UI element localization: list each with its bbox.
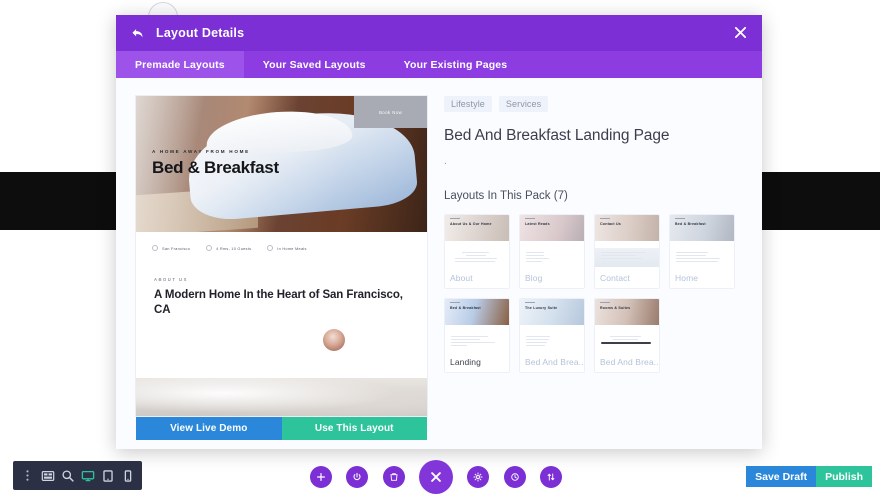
about-paragraph (154, 327, 311, 356)
info-item-label: 4 Rms, 10 Guests (216, 245, 252, 251)
layout-preview-image: A HOME AWAY FROM HOME Bed & Breakfast Sa… (136, 96, 427, 416)
use-this-layout-button[interactable]: Use This Layout (281, 416, 427, 440)
layout-card-about[interactable]: About Us & Our Home About (444, 214, 510, 289)
layout-card-label: Landing (450, 356, 481, 367)
thumb-title: About Us & Our Home (450, 222, 492, 226)
thumb-title: Contact Us (600, 222, 621, 226)
layout-card-contact[interactable]: Contact Us Contact (594, 214, 660, 289)
pin-icon (152, 245, 158, 251)
thumb-title: The Luxury Suite (525, 306, 558, 310)
tab-your-saved-layouts[interactable]: Your Saved Layouts (244, 51, 385, 78)
about-eyebrow: ABOUT US (154, 277, 188, 282)
info-item-label: San Francisco (162, 245, 191, 251)
preview-info-bar: San Francisco 4 Rms, 10 Guests In Home M… (136, 232, 355, 264)
editing-history-button[interactable] (503, 466, 526, 488)
about-title: A Modern Home In the Heart of San Franci… (154, 289, 403, 316)
info-item-rooms: 4 Rms, 10 Guests (190, 245, 251, 251)
close-icon[interactable] (734, 26, 747, 39)
view-live-demo-button[interactable]: View Live Demo (136, 416, 282, 440)
tag-row: Lifestyle Services (444, 96, 740, 112)
layout-card-landing[interactable]: Bed & Breakfast Landing (444, 298, 510, 373)
modal-header: Layout Details (116, 15, 762, 51)
layout-card-bed-and-breakfast-2[interactable]: Rooms & Suites Bed And Brea... (594, 298, 660, 373)
layout-cards-grid: About Us & Our Home About Latest Reads B… (444, 214, 740, 373)
layout-card-thumbnail: Bed & Breakfast (670, 215, 734, 267)
settings-button[interactable] (467, 466, 490, 488)
preview-bottom-photo (136, 378, 427, 416)
builder-footer-actions: Save Draft Publish (746, 466, 872, 487)
tag-services[interactable]: Services (498, 96, 549, 112)
layout-card-label: About (450, 272, 473, 283)
modal-body: A HOME AWAY FROM HOME Bed & Breakfast Sa… (116, 78, 762, 449)
preview-book-now-button: Book Now (354, 96, 427, 128)
hero-text-block: A HOME AWAY FROM HOME Bed & Breakfast (152, 149, 279, 178)
hero-eyebrow: A HOME AWAY FROM HOME (152, 149, 250, 154)
save-draft-button[interactable]: Save Draft (746, 466, 817, 487)
layout-card-bed-and-breakfast-1[interactable]: The Luxury Suite Bed And Brea... (519, 298, 585, 373)
layout-card-thumbnail: The Luxury Suite (520, 299, 584, 351)
layout-card-blog[interactable]: Latest Reads Blog (519, 214, 585, 289)
builder-left-toolbar (13, 461, 142, 490)
layout-preview-column: A HOME AWAY FROM HOME Bed & Breakfast Sa… (116, 96, 427, 449)
layout-card-label: Blog (525, 272, 543, 283)
about-body-row (154, 327, 409, 356)
drag-handle-icon[interactable] (19, 466, 36, 485)
hero-title: Bed & Breakfast (152, 158, 279, 177)
tag-lifestyle[interactable]: Lifestyle (444, 96, 492, 112)
about-side-column (323, 327, 409, 356)
modal-title: Layout Details (156, 26, 245, 40)
thumb-title: Latest Reads (525, 222, 550, 226)
portability-button[interactable] (539, 466, 562, 488)
desktop-icon[interactable] (79, 466, 96, 485)
layout-card-label: Bed And Brea... (600, 356, 659, 367)
back-arrow-icon[interactable] (130, 26, 145, 41)
info-item-location: San Francisco (136, 245, 190, 251)
info-item-label: In Home Meals (277, 245, 307, 251)
pack-description: . (444, 156, 447, 167)
layout-card-label: Contact (600, 272, 630, 283)
delete-button[interactable] (382, 466, 405, 488)
layout-card-thumbnail: Rooms & Suites (595, 299, 659, 351)
preview-cta-row: View Live Demo Use This Layout (136, 416, 427, 440)
page-title: Bed And Breakfast Landing Page (444, 127, 670, 144)
screen: Layout Details Premade Layouts Your Save… (0, 0, 880, 500)
publish-button[interactable]: Publish (816, 466, 872, 487)
close-menu-button[interactable] (418, 460, 453, 494)
tablet-icon[interactable] (99, 466, 116, 485)
layout-card-thumbnail: Bed & Breakfast (445, 299, 509, 351)
zoom-out-icon[interactable] (59, 466, 76, 485)
add-section-button[interactable] (310, 466, 332, 488)
tab-your-existing-pages[interactable]: Your Existing Pages (385, 51, 527, 78)
layout-card-home[interactable]: Bed & Breakfast Home (669, 214, 735, 289)
phone-icon[interactable] (119, 466, 136, 485)
thumb-title: Bed & Breakfast (675, 222, 706, 226)
layout-card-label: Home (675, 272, 699, 283)
layout-card-thumbnail: Contact Us (595, 215, 659, 267)
wireframe-icon[interactable] (39, 466, 56, 485)
tab-premade-layouts[interactable]: Premade Layouts (116, 51, 244, 78)
layout-details-modal: Layout Details Premade Layouts Your Save… (116, 15, 762, 449)
layout-card-label: Bed And Brea... (525, 356, 584, 367)
toggle-builder-button[interactable] (346, 466, 369, 488)
builder-center-toolbar (310, 460, 562, 494)
layout-card-thumbnail: About Us & Our Home (445, 215, 509, 267)
preview-about-section: ABOUT US A Modern Home In the Heart of S… (136, 264, 427, 357)
thumb-title: Rooms & Suites (600, 306, 631, 310)
avatar (323, 329, 345, 352)
pack-section-label: Layouts In This Pack (7) (444, 190, 568, 202)
modal-tabs: Premade Layouts Your Saved Layouts Your … (116, 51, 762, 78)
meal-icon (267, 245, 274, 251)
thumb-title: Bed & Breakfast (450, 306, 481, 310)
info-item-meals: In Home Meals (251, 245, 306, 251)
bed-icon (206, 245, 213, 251)
layout-card-thumbnail: Latest Reads (520, 215, 584, 267)
layout-details-column: Lifestyle Services Bed And Breakfast Lan… (426, 96, 762, 449)
